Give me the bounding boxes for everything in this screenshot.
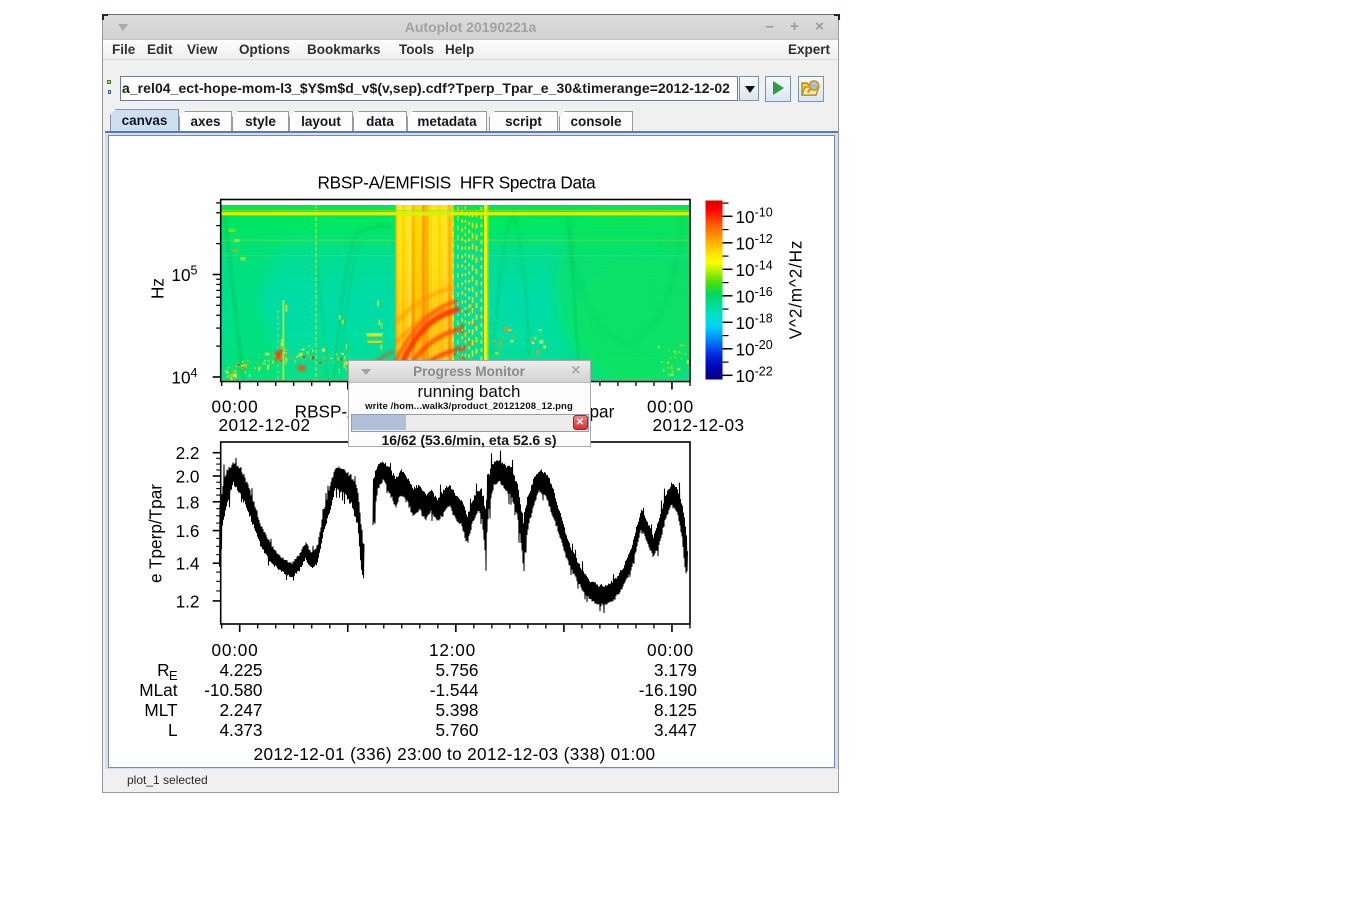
svg-text:2012-12-01 (336) 23:00 to 2012: 2012-12-01 (336) 23:00 to 2012-12-03 (33… <box>254 744 656 764</box>
svg-text:105: 105 <box>171 263 197 285</box>
svg-text:e Tperp/Tpar: e Tperp/Tpar <box>146 483 166 582</box>
svg-text:2012-12-03: 2012-12-03 <box>653 415 745 435</box>
svg-text:8.125: 8.125 <box>654 700 697 720</box>
svg-text:5.760: 5.760 <box>435 720 478 740</box>
svg-text:00:00: 00:00 <box>647 640 694 660</box>
svg-text:2.0: 2.0 <box>176 466 200 486</box>
svg-text:10-18: 10-18 <box>736 311 773 333</box>
svg-text:Hz: Hz <box>148 277 168 298</box>
svg-text:MLat: MLat <box>139 680 177 700</box>
svg-text:2.247: 2.247 <box>219 700 262 720</box>
svg-text:3.179: 3.179 <box>654 660 697 680</box>
svg-text:00:00: 00:00 <box>647 396 694 416</box>
svg-text:1.8: 1.8 <box>176 492 200 512</box>
svg-text:-1.544: -1.544 <box>430 680 479 700</box>
svg-text:10-22: 10-22 <box>736 364 773 386</box>
svg-text:4.225: 4.225 <box>219 660 262 680</box>
svg-text:10-20: 10-20 <box>736 337 773 359</box>
svg-text:12:00: 12:00 <box>429 640 476 660</box>
svg-text:1.6: 1.6 <box>176 521 200 541</box>
svg-text:R: R <box>157 660 169 680</box>
svg-text:1.4: 1.4 <box>176 553 200 573</box>
svg-text:10-10: 10-10 <box>736 205 773 227</box>
svg-text:V^2/m^2/Hz: V^2/m^2/Hz <box>786 239 806 339</box>
svg-text:104: 104 <box>171 366 197 388</box>
svg-text:5.756: 5.756 <box>435 660 478 680</box>
svg-text:10-14: 10-14 <box>736 258 773 280</box>
svg-text:RBSP-A/EMFISIS HFR Spectra Da: RBSP-A/EMFISIS HFR Spectra Data <box>318 172 597 192</box>
svg-text:2.2: 2.2 <box>176 443 200 463</box>
svg-text:10-12: 10-12 <box>736 231 773 253</box>
svg-text:-16.190: -16.190 <box>639 680 697 700</box>
svg-text:5.398: 5.398 <box>435 700 478 720</box>
svg-text:4.373: 4.373 <box>219 720 262 740</box>
svg-text:MLT: MLT <box>144 700 178 720</box>
svg-text:1.2: 1.2 <box>176 591 200 611</box>
svg-text:3.447: 3.447 <box>654 720 697 740</box>
svg-text:00:00: 00:00 <box>211 640 258 660</box>
svg-text:L: L <box>168 720 178 740</box>
svg-text:-10.580: -10.580 <box>204 680 262 700</box>
svg-text:00:00: 00:00 <box>211 396 258 416</box>
svg-text:10-16: 10-16 <box>736 284 773 306</box>
